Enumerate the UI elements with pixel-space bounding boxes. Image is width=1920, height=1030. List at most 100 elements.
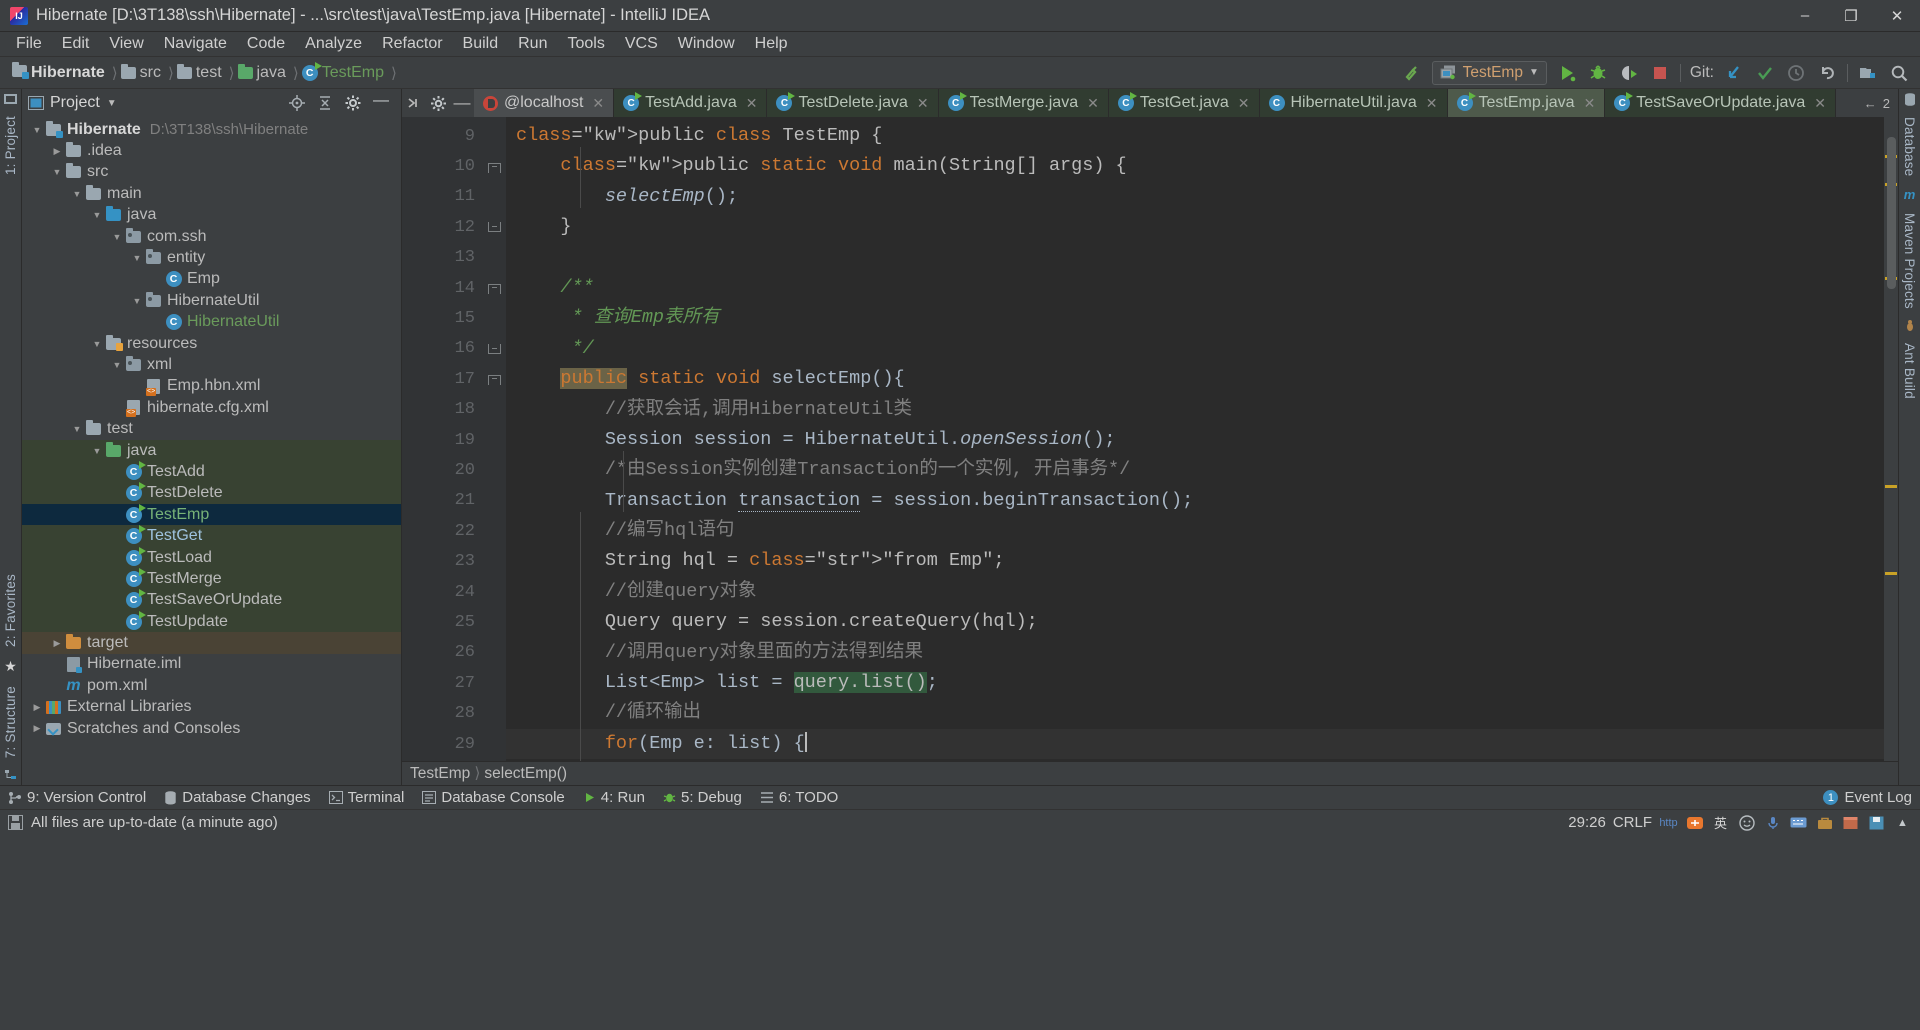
run-configuration-selector[interactable]: TestEmp ▼: [1431, 60, 1547, 85]
fold-region[interactable]: [482, 364, 506, 394]
http-icon[interactable]: http: [1659, 813, 1678, 832]
close-tab-icon[interactable]: ✕: [1238, 95, 1250, 112]
warning-marker[interactable]: [1885, 572, 1897, 575]
caret-position[interactable]: 29:26: [1568, 814, 1606, 831]
close-tab-icon[interactable]: ✕: [1426, 95, 1438, 112]
sidebar-item-favorites[interactable]: 2: Favorites: [3, 567, 18, 654]
chevron-down-icon[interactable]: ▼: [70, 189, 84, 199]
fold-start-icon[interactable]: [488, 373, 501, 386]
close-tab-icon[interactable]: ✕: [917, 95, 929, 112]
box-icon[interactable]: [1841, 813, 1860, 832]
line-number[interactable]: 16: [402, 334, 482, 364]
settings-gear-icon[interactable]: [426, 89, 450, 117]
code-line[interactable]: System.out.println(e);: [506, 759, 1884, 761]
sidebar-item-ant[interactable]: Ant Build: [1902, 336, 1917, 406]
history-icon[interactable]: [1785, 62, 1807, 84]
maximize-button[interactable]: ❐: [1828, 0, 1874, 32]
tab-testdelete-java[interactable]: C TestDelete.java ✕: [767, 89, 939, 117]
chevron-down-icon[interactable]: ▼: [110, 232, 124, 242]
chevron-right-icon[interactable]: ▶: [50, 638, 64, 649]
line-number[interactable]: 15: [402, 303, 482, 333]
tree-node-external-libraries[interactable]: ▶ External Libraries: [22, 697, 401, 718]
menu-navigate[interactable]: Navigate: [154, 33, 237, 55]
warning-marker[interactable]: [1885, 485, 1897, 488]
smiley-icon[interactable]: [1737, 813, 1756, 832]
line-number[interactable]: 17: [402, 364, 482, 394]
code-line[interactable]: //循环输出: [506, 698, 1884, 728]
line-number[interactable]: 27: [402, 668, 482, 698]
tab-testget-java[interactable]: C TestGet.java ✕: [1108, 89, 1260, 117]
chevron-up-icon[interactable]: ▲: [1893, 813, 1912, 832]
tree-node-src[interactable]: ▼ src: [22, 162, 401, 183]
tree-node-testdelete[interactable]: C TestDelete: [22, 482, 401, 505]
code-line[interactable]: class="kw">public class TestEmp {: [506, 121, 1884, 151]
menu-build[interactable]: Build: [453, 33, 509, 55]
close-tab-icon[interactable]: ✕: [746, 95, 758, 112]
fold-region[interactable]: [482, 334, 506, 364]
chevron-down-icon[interactable]: ▼: [130, 296, 144, 306]
event-log-area[interactable]: 1 Event Log: [1823, 789, 1912, 806]
close-tab-icon[interactable]: ✕: [592, 95, 604, 112]
chevron-right-icon[interactable]: ▶: [30, 702, 44, 713]
menu-code[interactable]: Code: [237, 33, 295, 55]
update-project-icon[interactable]: [1723, 62, 1745, 84]
tree-node-entity[interactable]: ▼ entity: [22, 247, 401, 268]
chevron-down-icon[interactable]: ▼: [110, 360, 124, 370]
collapse-all-icon[interactable]: [317, 95, 333, 111]
code-line[interactable]: Query query = session.createQuery(hql);: [506, 607, 1884, 637]
editor-breadcrumb-class[interactable]: TestEmp: [410, 765, 470, 783]
locate-icon[interactable]: [289, 95, 305, 111]
tree-node--idea[interactable]: ▶ .idea: [22, 140, 401, 161]
line-number[interactable]: 10: [402, 151, 482, 181]
tree-node-target[interactable]: ▶ target: [22, 632, 401, 654]
line-number[interactable]: 24: [402, 577, 482, 607]
fold-start-icon[interactable]: [488, 282, 501, 295]
tree-node-pom-xml[interactable]: m pom.xml: [22, 675, 401, 696]
menu-vcs[interactable]: VCS: [615, 33, 668, 55]
code-line[interactable]: //编写hql语句: [506, 516, 1884, 546]
chevron-down-icon[interactable]: ▼: [30, 125, 44, 135]
menu-analyze[interactable]: Analyze: [295, 33, 372, 55]
chevron-down-icon[interactable]: ▼: [70, 424, 84, 434]
tree-node-hibernate[interactable]: ▼ Hibernate D:\3T138\ssh\Hibernate: [22, 119, 401, 140]
chevron-down-icon[interactable]: ▼: [107, 98, 117, 109]
line-number[interactable]: 26: [402, 638, 482, 668]
line-number[interactable]: 11: [402, 182, 482, 212]
line-number[interactable]: 25: [402, 607, 482, 637]
build-hammer-icon[interactable]: [1401, 62, 1423, 84]
tab-overflow-indicator[interactable]: ← 2: [1855, 89, 1898, 117]
tree-node-java[interactable]: ▼ java: [22, 439, 401, 462]
code-line[interactable]: //获取会话,调用HibernateUtil类: [506, 395, 1884, 425]
line-number[interactable]: 23: [402, 546, 482, 576]
tab-testemp-java[interactable]: C TestEmp.java ✕: [1447, 89, 1606, 117]
tool-icon[interactable]: [1815, 813, 1834, 832]
bottom-item-run[interactable]: 4: Run: [583, 789, 645, 806]
tree-node-hibernateutil[interactable]: ▼ HibernateUtil: [22, 290, 401, 311]
tree-node-testget[interactable]: C TestGet: [22, 525, 401, 547]
tree-node-test[interactable]: ▼ test: [22, 418, 401, 439]
run-icon[interactable]: [1556, 62, 1578, 84]
debug-icon[interactable]: [1587, 62, 1609, 84]
sidebar-item-maven[interactable]: Maven Projects: [1902, 206, 1917, 316]
code-line[interactable]: for(Emp e: list) {: [506, 728, 1884, 760]
commit-icon[interactable]: [1754, 62, 1776, 84]
bottom-item-terminal[interactable]: Terminal: [328, 789, 404, 806]
code-text-area[interactable]: class="kw">public class TestEmp { class=…: [506, 117, 1884, 761]
line-number[interactable]: 22: [402, 516, 482, 546]
lang-cn-icon[interactable]: 英: [1711, 813, 1730, 832]
code-folding-gutter[interactable]: [482, 117, 506, 761]
code-line[interactable]: /*由Session实例创建Transaction的一个实例, 开启事务*/: [506, 455, 1884, 485]
fold-region[interactable]: [482, 212, 506, 242]
fold-end-icon[interactable]: [488, 221, 501, 233]
menu-window[interactable]: Window: [668, 33, 745, 55]
line-number[interactable]: 28: [402, 698, 482, 728]
bottom-item-debug[interactable]: 5: Debug: [663, 789, 742, 806]
line-number[interactable]: 13: [402, 243, 482, 273]
menu-edit[interactable]: Edit: [52, 33, 100, 55]
keyboard-icon[interactable]: [1789, 813, 1808, 832]
tree-node-testupdate[interactable]: C TestUpdate: [22, 610, 401, 633]
chevron-down-icon[interactable]: ▼: [90, 339, 104, 349]
bottom-item-database-changes[interactable]: Database Changes: [164, 789, 311, 806]
tab-testmerge-java[interactable]: C TestMerge.java ✕: [938, 89, 1109, 117]
breadcrumb-item-src[interactable]: src: [120, 63, 165, 82]
